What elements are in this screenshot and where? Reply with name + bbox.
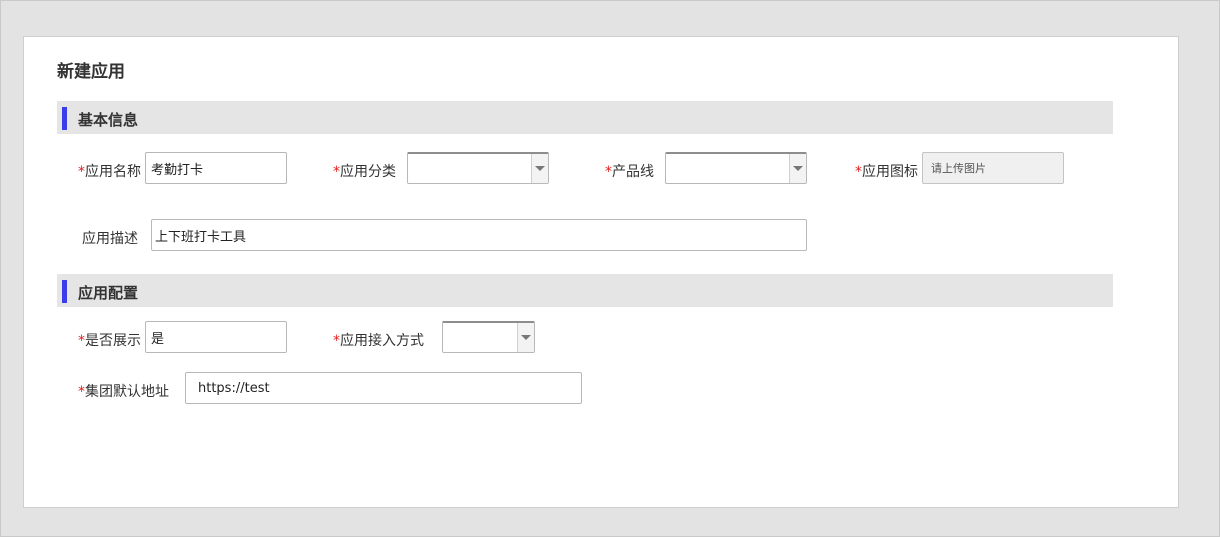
app-category-label: *应用分类 [333,164,396,180]
app-icon-label: *应用图标 [855,164,918,180]
app-icon-placeholder: 请上传图片 [931,162,986,175]
section-basic-info: 基本信息 [57,101,1113,134]
app-category-select[interactable] [407,152,549,184]
app-description-label: 应用描述 [82,231,138,247]
chevron-down-icon [521,335,531,340]
required-mark: * [78,384,85,400]
chevron-down-icon [535,166,545,171]
product-line-dropdown-button[interactable] [789,154,806,183]
chevron-down-icon [793,166,803,171]
app-name-label: *应用名称 [78,164,141,180]
access-mode-dropdown-button[interactable] [517,323,534,352]
app-name-input[interactable]: 考勤打卡 [145,152,287,184]
app-category-dropdown-button[interactable] [531,154,548,183]
section-accent-bar [62,280,67,303]
access-mode-select[interactable] [442,321,535,353]
required-mark: * [333,333,340,349]
product-line-select[interactable] [665,152,807,184]
app-icon-upload[interactable]: 请上传图片 [922,152,1064,184]
display-label: *是否展示 [78,333,141,349]
section-accent-bar [62,107,67,130]
app-description-input[interactable]: 上下班打卡工具 [151,219,807,251]
access-mode-label: *应用接入方式 [333,333,424,349]
required-mark: * [78,333,85,349]
product-line-label: *产品线 [605,164,654,180]
required-mark: * [855,164,862,180]
app-name-value: 考勤打卡 [151,162,204,178]
required-mark: * [605,164,612,180]
display-value: 是 [151,331,165,347]
app-description-value: 上下班打卡工具 [155,229,247,245]
page-title: 新建应用 [57,62,125,82]
section-app-config-label: 应用配置 [78,284,139,302]
form-panel: 新建应用 基本信息 *应用名称 考勤打卡 *应用分类 *产品线 *应用图标 请上… [23,36,1179,508]
required-mark: * [333,164,340,180]
window-frame: 新建应用 基本信息 *应用名称 考勤打卡 *应用分类 *产品线 *应用图标 请上… [0,0,1220,537]
group-default-url-input[interactable]: https://test [185,372,582,404]
required-mark: * [78,164,85,180]
group-default-url-value: https://test [198,380,270,396]
section-app-config: 应用配置 [57,274,1113,307]
section-basic-info-label: 基本信息 [78,111,139,129]
group-default-url-label: *集团默认地址 [78,384,169,400]
display-input[interactable]: 是 [145,321,287,353]
